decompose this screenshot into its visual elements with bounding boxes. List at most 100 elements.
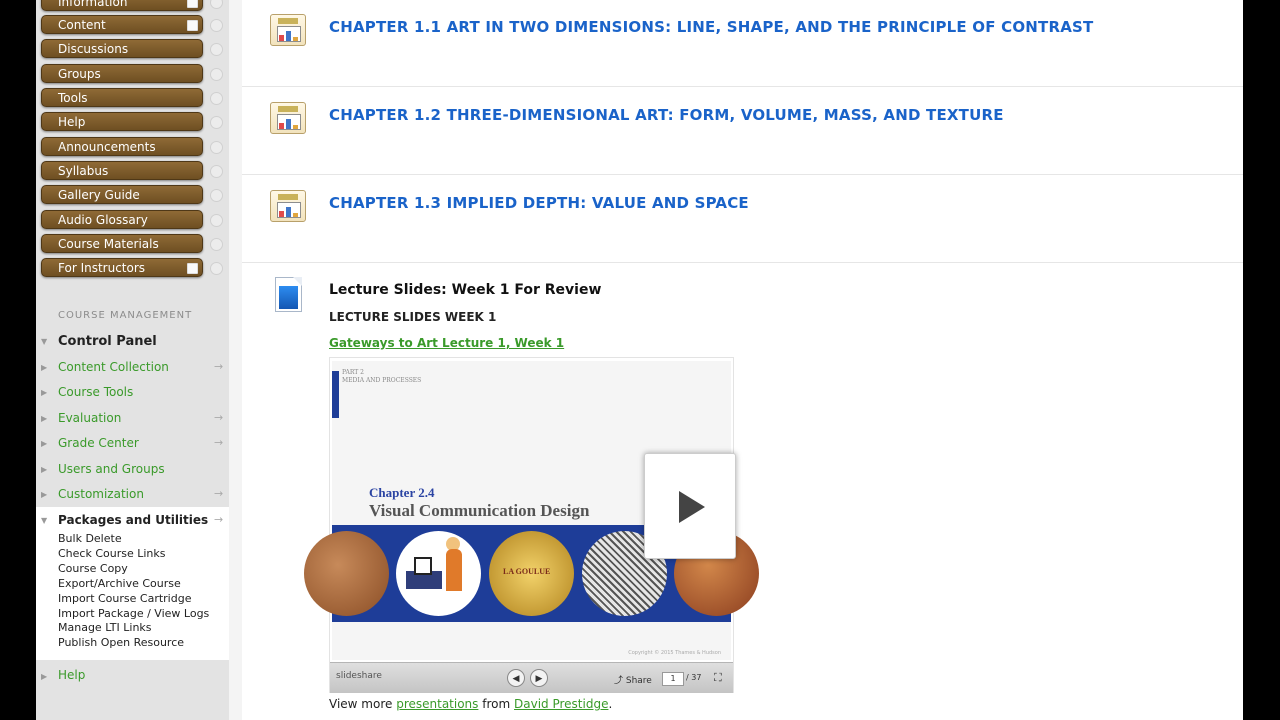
chapter-link[interactable]: CHAPTER 1.2 THREE-DIMENSIONAL ART: FORM,… xyxy=(329,106,1004,124)
slideshow-viewer[interactable]: PART 2 MEDIA AND PROCESSES Chapter 2.4 Vi… xyxy=(304,357,759,693)
menu-button-groups[interactable]: Groups xyxy=(41,64,203,83)
menu-button-information[interactable]: Information xyxy=(41,0,203,11)
presentations-link[interactable]: presentations xyxy=(396,697,478,711)
cp-item-help[interactable]: Help xyxy=(58,668,85,682)
pkg-item-course-copy[interactable]: Course Copy xyxy=(58,562,128,575)
pkg-item-manage-lti[interactable]: Manage LTI Links xyxy=(58,621,152,634)
arrow-right-icon: → xyxy=(214,436,224,449)
menu-button-course-materials[interactable]: Course Materials xyxy=(41,234,203,253)
left-black-margin xyxy=(0,0,36,720)
page-total: / 37 xyxy=(686,673,702,682)
menu-dot[interactable] xyxy=(210,19,223,32)
pkg-item-bulk-delete[interactable]: Bulk Delete xyxy=(58,532,122,545)
play-icon xyxy=(679,491,705,523)
pkg-item-import-package[interactable]: Import Package / View Logs xyxy=(58,607,209,620)
cp-item-course-tools[interactable]: Course Tools xyxy=(58,385,133,399)
menu-label: Groups xyxy=(58,67,101,81)
collapsed-arrow-icon: ▶ xyxy=(41,439,48,448)
chapter-icon xyxy=(270,102,306,134)
menu-label: Gallery Guide xyxy=(58,188,140,202)
cp-item-customization[interactable]: Customization xyxy=(58,487,144,501)
chapter-row: CHAPTER 1.3 IMPLIED DEPTH: VALUE AND SPA… xyxy=(242,175,1243,263)
cp-item-evaluation[interactable]: Evaluation xyxy=(58,411,121,425)
collapsed-arrow-icon: ▶ xyxy=(41,465,48,474)
page-number-input[interactable]: 1 xyxy=(662,672,684,686)
menu-button-syllabus[interactable]: Syllabus xyxy=(41,161,203,180)
slide-copyright: Copyright © 2015 Thames & Hudson xyxy=(628,650,721,656)
pkg-item-export-archive[interactable]: Export/Archive Course xyxy=(58,577,181,590)
menu-label: Announcements xyxy=(58,140,156,154)
slide-title: Visual Communication Design xyxy=(369,501,590,520)
lecture-title[interactable]: Lecture Slides: Week 1 For Review xyxy=(329,282,601,298)
menu-button-tools[interactable]: Tools xyxy=(41,88,203,107)
cp-help-row: ▶ Help xyxy=(36,664,229,690)
module-icon xyxy=(187,0,198,8)
menu-dot[interactable] xyxy=(210,92,223,105)
menu-button-for-instructors[interactable]: For Instructors xyxy=(41,258,203,277)
lecture-link[interactable]: Gateways to Art Lecture 1, Week 1 xyxy=(329,336,564,350)
play-button[interactable] xyxy=(644,453,736,559)
fullscreen-icon[interactable]: ⛶ xyxy=(714,671,722,685)
menu-dot[interactable] xyxy=(210,141,223,154)
pkg-item-check-course-links[interactable]: Check Course Links xyxy=(58,547,166,560)
menu-button-audio-glossary[interactable]: Audio Glossary xyxy=(41,210,203,229)
menu-label: Information xyxy=(58,0,128,9)
menu-label: Discussions xyxy=(58,42,129,56)
menu-dot[interactable] xyxy=(210,0,223,9)
pkg-item-import-cartridge[interactable]: Import Course Cartridge xyxy=(58,592,191,605)
chapter-icon xyxy=(270,190,306,222)
player-controls: slideshare ◀ ▶ ⤴ Share 1 / 37 ⛶ xyxy=(330,662,733,693)
chapter-link[interactable]: CHAPTER 1.1 ART IN TWO DIMENSIONS: LINE,… xyxy=(329,18,1093,36)
course-management-label: COURSE MANAGEMENT xyxy=(58,310,193,321)
menu-label: Syllabus xyxy=(58,164,109,178)
menu-button-discussions[interactable]: Discussions xyxy=(41,39,203,58)
collapsed-arrow-icon: ▶ xyxy=(41,490,48,499)
menu-dot[interactable] xyxy=(210,189,223,202)
control-panel-title[interactable]: Control Panel xyxy=(58,334,157,349)
cp-item-grade-center[interactable]: Grade Center xyxy=(58,436,139,450)
menu-label: Tools xyxy=(58,91,88,105)
author-link[interactable]: David Prestidge xyxy=(514,697,608,711)
packages-utilities-title[interactable]: Packages and Utilities xyxy=(58,513,208,527)
menu-label: Course Materials xyxy=(58,237,159,251)
slide-chapter: Chapter 2.4 xyxy=(369,485,435,500)
share-button[interactable]: ⤴ Share xyxy=(614,673,652,686)
expand-arrow-icon: ▼ xyxy=(41,337,48,346)
prev-slide-button[interactable]: ◀ xyxy=(507,669,525,687)
module-icon xyxy=(187,20,198,31)
menu-dot[interactable] xyxy=(210,116,223,129)
menu-dot[interactable] xyxy=(210,68,223,81)
main-content: CHAPTER 1.1 ART IN TWO DIMENSIONS: LINE,… xyxy=(242,0,1243,720)
cp-item-users-and-groups[interactable]: Users and Groups xyxy=(58,462,165,476)
menu-dot[interactable] xyxy=(210,214,223,227)
arrow-right-icon: → xyxy=(214,487,224,500)
menu-button-help[interactable]: Help xyxy=(41,112,203,131)
pkg-item-publish-open-resource[interactable]: Publish Open Resource xyxy=(58,636,184,649)
collapsed-arrow-icon: ▶ xyxy=(41,672,48,681)
menu-dot[interactable] xyxy=(210,262,223,275)
menu-dot[interactable] xyxy=(210,43,223,56)
menu-dot[interactable] xyxy=(210,165,223,178)
arrow-right-icon: → xyxy=(214,411,224,424)
menu-label: For Instructors xyxy=(58,261,146,275)
course-sidebar: Information Content Discussions Groups T… xyxy=(36,0,230,720)
from-text: from xyxy=(482,697,511,711)
next-slide-button[interactable]: ▶ xyxy=(530,669,548,687)
slideshare-logo[interactable]: slideshare xyxy=(336,671,382,681)
menu-label: Content xyxy=(58,18,106,32)
menu-button-gallery-guide[interactable]: Gallery Guide xyxy=(41,185,203,204)
menu-button-announcements[interactable]: Announcements xyxy=(41,137,203,156)
edit-icon xyxy=(187,263,198,274)
arrow-right-icon: → xyxy=(214,513,224,526)
slide-image-circle: LA GOULUE xyxy=(489,531,574,616)
menu-dot[interactable] xyxy=(210,238,223,251)
right-black-margin xyxy=(1243,0,1280,720)
chapter-link[interactable]: CHAPTER 1.3 IMPLIED DEPTH: VALUE AND SPA… xyxy=(329,194,749,212)
menu-button-content[interactable]: Content xyxy=(41,15,203,34)
menu-label: Help xyxy=(58,115,86,129)
menu-label: Audio Glossary xyxy=(58,213,148,227)
cp-item-content-collection[interactable]: Content Collection xyxy=(58,360,169,374)
slide-image-circle xyxy=(396,531,481,616)
share-icon: ⤴ xyxy=(614,676,626,686)
arrow-right-icon: → xyxy=(214,360,224,373)
